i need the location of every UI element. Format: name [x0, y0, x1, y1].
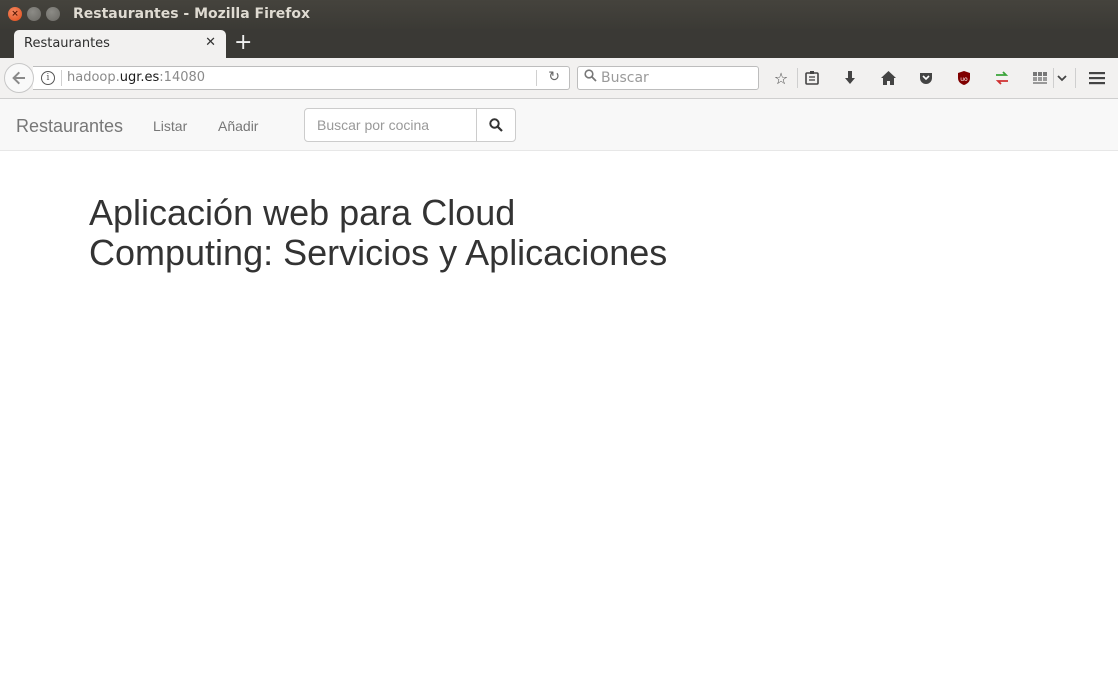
- window-close-button[interactable]: ×: [8, 7, 22, 21]
- nav-link-listar[interactable]: Listar: [153, 118, 187, 134]
- reload-divider: [536, 70, 537, 86]
- new-tab-button[interactable]: +: [234, 31, 252, 55]
- bookmark-star-icon[interactable]: ☆: [770, 67, 792, 89]
- back-arrow-icon: [12, 71, 25, 85]
- hamburger-menu-icon[interactable]: [1086, 67, 1108, 89]
- reading-list-icon[interactable]: [801, 67, 823, 89]
- window-maximize-button[interactable]: [46, 7, 60, 21]
- page-title: Aplicación web para Cloud Computing: Ser…: [89, 193, 709, 273]
- site-brand-link[interactable]: Restaurantes: [16, 116, 123, 137]
- info-icon[interactable]: i: [41, 71, 55, 85]
- nav-link-anadir[interactable]: Añadir: [218, 118, 258, 134]
- sync-arrows-icon[interactable]: [991, 67, 1013, 89]
- library-icon[interactable]: [1029, 67, 1051, 89]
- url-bar[interactable]: i hadoop.ugr.es:14080 ↻: [33, 66, 570, 90]
- search-placeholder: Buscar: [601, 70, 649, 86]
- tab-label: Restaurantes: [24, 36, 110, 51]
- site-navbar: Restaurantes Listar Añadir: [0, 99, 1118, 151]
- tab-strip: Restaurantes ✕ +: [0, 29, 1118, 58]
- browser-search-input[interactable]: Buscar: [577, 66, 759, 90]
- url-text[interactable]: hadoop.ugr.es:14080: [67, 70, 205, 85]
- pocket-icon[interactable]: [915, 67, 937, 89]
- overflow-chevron-icon[interactable]: [1051, 67, 1073, 89]
- window-title: Restaurantes - Mozilla Firefox: [73, 6, 311, 22]
- page-title-line-1: Aplicación web para Cloud: [89, 192, 516, 233]
- url-divider: [61, 70, 62, 86]
- page-title-line-2: Computing: Servicios y Aplicaciones: [89, 232, 668, 273]
- toolbar-divider: [797, 68, 798, 88]
- toolbar-divider: [1075, 68, 1076, 88]
- svg-text:uo: uo: [960, 76, 968, 83]
- home-icon[interactable]: [877, 67, 899, 89]
- cuisine-search-input[interactable]: [304, 108, 477, 142]
- reload-icon[interactable]: ↻: [548, 69, 560, 85]
- window-minimize-button[interactable]: [27, 7, 41, 21]
- browser-toolbar: i hadoop.ugr.es:14080 ↻ Buscar ☆ uo: [0, 58, 1118, 99]
- tab-restaurantes[interactable]: Restaurantes ✕: [14, 30, 226, 58]
- cuisine-search-button[interactable]: [476, 108, 516, 142]
- window-titlebar: × Restaurantes - Mozilla Firefox: [0, 0, 1118, 29]
- close-icon[interactable]: ✕: [205, 35, 216, 50]
- search-icon: [584, 69, 597, 86]
- search-icon: [489, 118, 503, 132]
- ublock-icon[interactable]: uo: [953, 67, 975, 89]
- download-icon[interactable]: [839, 67, 861, 89]
- back-button[interactable]: [4, 63, 34, 93]
